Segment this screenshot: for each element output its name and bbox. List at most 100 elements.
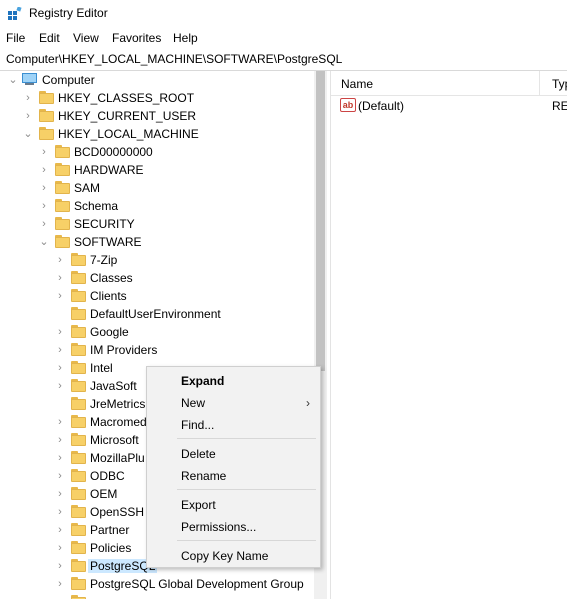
- tree-item-label: BCD00000000: [74, 145, 153, 159]
- folder-icon: [71, 451, 86, 464]
- menu-file[interactable]: File: [6, 31, 25, 45]
- chevron-right-icon[interactable]: ›: [55, 326, 65, 338]
- folder-icon: [71, 505, 86, 518]
- menu-item-export[interactable]: Export: [181, 498, 216, 512]
- chevron-down-icon[interactable]: ⌄: [39, 236, 49, 248]
- chevron-right-icon[interactable]: ›: [55, 380, 65, 392]
- value-type: REG: [552, 99, 567, 113]
- tree-item-schema[interactable]: › Schema: [0, 197, 315, 215]
- menu-edit[interactable]: Edit: [39, 31, 60, 45]
- tree-item-hardware[interactable]: › HARDWARE: [0, 161, 315, 179]
- chevron-right-icon[interactable]: ›: [55, 344, 65, 356]
- address-bar[interactable]: Computer\HKEY_LOCAL_MACHINE\SOFTWARE\Pos…: [0, 48, 567, 71]
- folder-icon: [71, 595, 86, 599]
- menu-separator: [177, 489, 316, 490]
- address-path[interactable]: Computer\HKEY_LOCAL_MACHINE\SOFTWARE\Pos…: [6, 52, 342, 66]
- tree-item-label: HARDWARE: [74, 163, 144, 177]
- chevron-right-icon[interactable]: ›: [55, 578, 65, 590]
- chevron-right-icon[interactable]: ›: [55, 290, 65, 302]
- tree-item-sam[interactable]: › SAM: [0, 179, 315, 197]
- chevron-right-icon[interactable]: ›: [39, 146, 49, 158]
- column-header-name[interactable]: Name: [341, 77, 373, 91]
- tree-item-label: Policies: [90, 541, 132, 555]
- chevron-down-icon[interactable]: ⌄: [23, 128, 33, 140]
- chevron-right-icon[interactable]: ›: [55, 272, 65, 284]
- chevron-right-icon[interactable]: ›: [39, 218, 49, 230]
- scrollbar-thumb[interactable]: [316, 71, 325, 371]
- menu-bar: File Edit View Favorites Help: [0, 28, 567, 48]
- chevron-right-icon[interactable]: ›: [55, 254, 65, 266]
- value-row[interactable]: ab (Default) REG: [331, 97, 567, 115]
- menu-item-permissions[interactable]: Permissions...: [181, 520, 256, 534]
- chevron-right-icon[interactable]: ›: [39, 200, 49, 212]
- tree-item-partial[interactable]: [0, 593, 315, 599]
- chevron-right-icon[interactable]: ›: [55, 452, 65, 464]
- tree-item-defaultuserenvironment[interactable]: DefaultUserEnvironment: [0, 305, 315, 323]
- tree-item-clients[interactable]: › Clients: [0, 287, 315, 305]
- chevron-right-icon[interactable]: ›: [55, 542, 65, 554]
- menu-separator: [177, 438, 316, 439]
- menu-item-find[interactable]: Find...: [181, 418, 214, 432]
- tree-item-hkcu[interactable]: › HKEY_CURRENT_USER: [0, 107, 315, 125]
- tree-item-label: OpenSSH: [90, 505, 145, 519]
- tree-item-google[interactable]: › Google: [0, 323, 315, 341]
- tree-item-label: HKEY_CLASSES_ROOT: [58, 91, 195, 105]
- folder-icon: [71, 397, 86, 410]
- chevron-right-icon[interactable]: ›: [39, 164, 49, 176]
- tree-item-hklm[interactable]: ⌄ HKEY_LOCAL_MACHINE: [0, 125, 315, 143]
- list-header: Name Typ: [331, 71, 567, 96]
- chevron-right-icon[interactable]: ›: [39, 182, 49, 194]
- column-header-type[interactable]: Typ: [552, 77, 567, 91]
- tree-item-classes[interactable]: › Classes: [0, 269, 315, 287]
- folder-icon: [55, 235, 70, 248]
- computer-icon: [21, 73, 38, 86]
- menu-item-new[interactable]: New: [181, 396, 205, 410]
- tree-item-software[interactable]: ⌄ SOFTWARE: [0, 233, 315, 251]
- folder-icon: [71, 487, 86, 500]
- menu-help[interactable]: Help: [173, 31, 198, 45]
- tree-item-label: HKEY_LOCAL_MACHINE: [58, 127, 199, 141]
- chevron-right-icon[interactable]: ›: [55, 470, 65, 482]
- tree-item-label: Microsoft: [90, 433, 139, 447]
- menu-view[interactable]: View: [73, 31, 99, 45]
- chevron-right-icon[interactable]: ›: [55, 560, 65, 572]
- registry-editor-icon: [8, 7, 22, 20]
- tree-item-label: DefaultUserEnvironment: [90, 307, 221, 321]
- column-divider[interactable]: [539, 71, 540, 95]
- tree-item-im-providers[interactable]: › IM Providers: [0, 341, 315, 359]
- chevron-right-icon[interactable]: ›: [55, 506, 65, 518]
- chevron-right-icon[interactable]: ›: [55, 416, 65, 428]
- chevron-down-icon[interactable]: ⌄: [8, 74, 18, 86]
- chevron-right-icon[interactable]: ›: [55, 362, 65, 374]
- chevron-right-icon[interactable]: ›: [23, 110, 33, 122]
- tree-item-label: JavaSoft: [90, 379, 137, 393]
- tree-item-7zip[interactable]: › 7-Zip: [0, 251, 315, 269]
- folder-icon: [39, 91, 54, 104]
- folder-icon: [55, 217, 70, 230]
- menu-separator: [177, 540, 316, 541]
- menu-favorites[interactable]: Favorites: [112, 31, 161, 45]
- string-value-icon: ab: [340, 98, 356, 112]
- tree-item-label: Clients: [90, 289, 127, 303]
- menu-item-expand[interactable]: Expand: [181, 374, 224, 388]
- folder-icon: [39, 127, 54, 140]
- tree-item-label: JreMetrics: [90, 397, 146, 411]
- tree-item-hkcr[interactable]: › HKEY_CLASSES_ROOT: [0, 89, 315, 107]
- chevron-right-icon[interactable]: ›: [23, 92, 33, 104]
- chevron-right-icon[interactable]: ›: [55, 434, 65, 446]
- menu-item-copy-key-name[interactable]: Copy Key Name: [181, 549, 268, 563]
- tree-item-computer[interactable]: ⌄ Computer: [0, 71, 315, 89]
- chevron-right-icon[interactable]: ›: [55, 524, 65, 536]
- tree-item-security[interactable]: › SECURITY: [0, 215, 315, 233]
- folder-icon: [39, 109, 54, 122]
- context-menu: Expand New › Find... Delete Rename Expor…: [146, 366, 321, 568]
- tree-item-postgresql-global-development-group[interactable]: › PostgreSQL Global Development Group: [0, 575, 315, 593]
- menu-item-delete[interactable]: Delete: [181, 447, 216, 461]
- folder-icon: [71, 379, 86, 392]
- folder-icon: [55, 163, 70, 176]
- chevron-right-icon[interactable]: ›: [55, 488, 65, 500]
- value-name: (Default): [358, 99, 405, 113]
- menu-item-rename[interactable]: Rename: [181, 469, 226, 483]
- tree-item-label: PostgreSQL Global Development Group: [90, 577, 304, 591]
- tree-item-bcd[interactable]: › BCD00000000: [0, 143, 315, 161]
